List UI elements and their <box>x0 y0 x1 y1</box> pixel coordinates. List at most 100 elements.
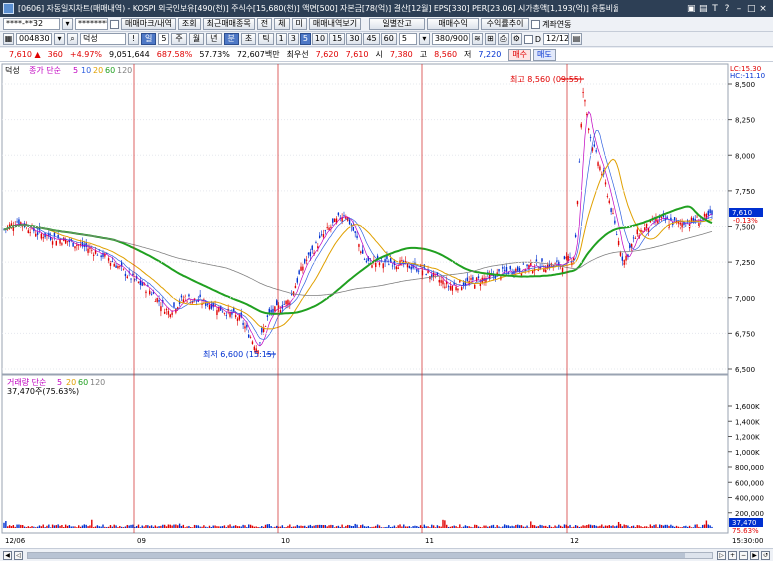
trades-checkbox[interactable] <box>110 19 119 29</box>
volume-bar <box>597 526 599 528</box>
scroll-first-icon[interactable]: ◀ <box>3 550 12 560</box>
zoom-in-icon[interactable]: + <box>728 550 737 560</box>
date-input[interactable]: 12/12 <box>543 33 570 45</box>
day-button[interactable]: 일 <box>141 33 157 45</box>
indicator-icon[interactable]: ⊞ <box>484 33 496 45</box>
candle-body <box>115 265 117 268</box>
stock-code-input[interactable]: 004830 <box>16 33 52 45</box>
volume-bar <box>81 525 84 528</box>
account-dropdown[interactable]: ▾ <box>62 18 73 30</box>
volume-bar <box>688 525 691 528</box>
volume-bar <box>660 524 663 528</box>
candle-body <box>614 220 616 224</box>
period-button-60[interactable]: 60 <box>380 33 397 45</box>
period-button-30[interactable]: 30 <box>346 33 363 45</box>
code-dropdown[interactable]: ▾ <box>54 33 65 45</box>
search-icon[interactable]: ⌕ <box>67 33 78 45</box>
volume-bar <box>528 527 530 528</box>
grid-icon[interactable]: ▦ <box>3 33 14 45</box>
chart-type-icon[interactable]: ≋ <box>471 33 483 45</box>
window-title: [0606] 자동일지차트(매매내역) - KOSPI 외국인보유[490(천)… <box>18 4 618 13</box>
date-checkbox[interactable] <box>523 34 533 44</box>
close-icon[interactable]: × <box>759 4 767 14</box>
candle-body <box>163 311 166 314</box>
maximize-icon[interactable]: □ <box>747 4 756 14</box>
volume-bar <box>511 525 513 528</box>
reset-icon[interactable]: ↺ <box>761 550 770 560</box>
volume-bar <box>389 526 392 528</box>
scroll-next-icon[interactable]: ▷ <box>717 550 726 560</box>
trade-profit-button[interactable]: 매매수익 <box>427 18 480 30</box>
recent-stocks-button[interactable]: 최근매매종목 <box>202 18 255 30</box>
date-label-0: 12/06 <box>5 537 26 545</box>
scroll-track[interactable] <box>27 551 713 559</box>
period-button-3[interactable]: 3 <box>287 33 299 45</box>
n-input[interactable]: 5 <box>398 33 417 45</box>
calendar-icon[interactable]: ▤ <box>571 33 583 45</box>
scroll-prev-icon[interactable]: ◁ <box>14 550 23 560</box>
account-link-checkbox[interactable] <box>531 19 541 29</box>
week-button[interactable]: 주 <box>171 33 187 45</box>
volume-bar <box>464 525 467 528</box>
volume-bar <box>208 525 211 528</box>
link-icon[interactable]: T <box>711 4 719 14</box>
candle-body <box>425 274 427 276</box>
settings-icon[interactable]: ⚙ <box>510 33 522 45</box>
scroll-last-icon[interactable]: ▶ <box>750 550 759 560</box>
minimize-icon[interactable]: – <box>735 4 743 14</box>
candle-body <box>503 270 506 271</box>
profit-trend-button[interactable]: 수익률추이 <box>481 18 530 30</box>
period-button-1[interactable]: 1 <box>275 33 287 45</box>
zoom-out-icon[interactable]: − <box>739 550 748 560</box>
chart-area[interactable]: 8,500 8,250 8,000 7,750 7,500 7,250 7,000 6,750… <box>0 62 773 548</box>
app-window: [0606] 자동일지차트(매매내역) - KOSPI 외국인보유[490(천)… <box>0 0 773 561</box>
help-icon[interactable]: ? <box>723 4 731 14</box>
trade-history-button[interactable]: 매매내역보기 <box>308 18 362 30</box>
period-button-5[interactable]: 5 <box>299 33 311 45</box>
all-button[interactable]: 전 <box>256 18 273 30</box>
sell-button[interactable]: 매도 <box>533 48 556 61</box>
tool-icon[interactable]: ▤ <box>699 4 708 14</box>
unexecuted-button[interactable]: 미 <box>291 18 307 30</box>
minute-button[interactable]: 분 <box>223 33 239 45</box>
candle-body <box>18 219 20 225</box>
count-input[interactable]: 380/900 <box>431 33 470 45</box>
volume-bar <box>614 526 616 528</box>
account-input[interactable]: ****-**32 <box>3 18 60 30</box>
candle-body <box>64 239 67 244</box>
volume-bar <box>3 522 5 528</box>
volume-bar <box>703 524 706 528</box>
candle-body <box>272 308 274 313</box>
stock-name-display: 덕성 <box>80 33 126 45</box>
query-button[interactable]: 조회 <box>177 18 201 30</box>
candle-body <box>137 281 140 283</box>
candle-body <box>681 223 683 228</box>
period-button-45[interactable]: 45 <box>363 33 380 45</box>
executed-button[interactable]: 체 <box>274 18 290 30</box>
scroll-thumb[interactable] <box>28 552 685 558</box>
password-input[interactable]: ******** <box>75 18 108 30</box>
buy-button[interactable]: 매수 <box>508 48 532 61</box>
month-button[interactable]: 월 <box>188 33 205 45</box>
year-button[interactable]: 년 <box>206 33 222 45</box>
high-annotation: 최고 8,560 (09:55) <box>510 74 582 84</box>
pin-icon[interactable]: ▣ <box>687 4 696 14</box>
day-n-input[interactable]: 5 <box>158 33 170 45</box>
n-dropdown[interactable]: ▾ <box>418 33 430 45</box>
volume-tick-label: 1,000K <box>735 449 760 457</box>
tick-button[interactable]: 틱 <box>258 33 274 45</box>
price-volume-chart[interactable]: 8,5008,2508,0007,7507,5007,2507,0006,750… <box>0 62 773 548</box>
candle-body <box>696 216 698 218</box>
print-icon[interactable]: ⎙ <box>497 33 509 45</box>
second-button[interactable]: 초 <box>240 33 257 45</box>
candle-body <box>221 311 224 313</box>
period-button-15[interactable]: 15 <box>329 33 346 45</box>
volume-bar <box>292 526 295 528</box>
candle-body <box>270 309 272 313</box>
trade-marks-button[interactable]: 매매마크/내역 <box>121 18 176 30</box>
volume-bar <box>79 526 82 528</box>
alert-icon[interactable]: ! <box>128 33 139 45</box>
period-button-10[interactable]: 10 <box>311 33 329 45</box>
daily-balance-button[interactable]: 일별잔고 <box>369 18 426 30</box>
candle-body <box>418 270 420 272</box>
